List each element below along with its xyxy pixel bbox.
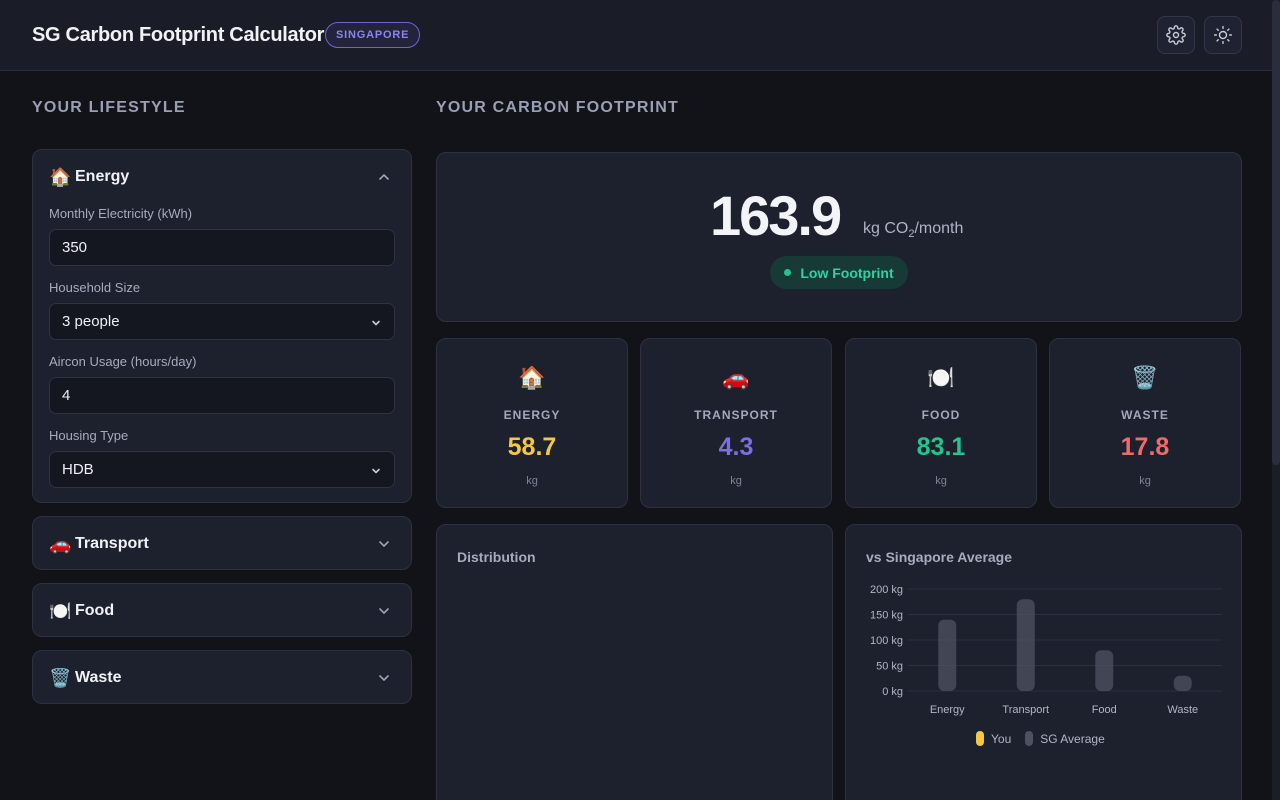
distribution-title: Distribution — [457, 549, 536, 565]
region-badge: SINGAPORE — [325, 22, 421, 48]
waste-panel-header[interactable]: 🗑️ Waste — [49, 651, 399, 705]
stat-unit: kg — [526, 475, 538, 487]
waste-stat-card: 🗑️ WASTE 17.8 kg — [1049, 338, 1241, 508]
household-size-value: 3 people — [62, 313, 120, 330]
y-tick-label: 0 kg — [882, 686, 903, 698]
page-scrollbar[interactable] — [1272, 0, 1280, 800]
scrollbar-thumb[interactable] — [1272, 0, 1280, 465]
lifestyle-section-title: YOUR LIFESTYLE — [32, 99, 186, 116]
legend-label-you: You — [991, 731, 1012, 746]
household-size-select[interactable]: 3 people — [49, 303, 395, 340]
y-tick-label: 150 kg — [870, 610, 903, 622]
status-badge: Low Footprint — [770, 256, 908, 289]
comparison-card: vs Singapore Average 200 kg 150 kg 100 kg 5… — [845, 524, 1242, 800]
energy-panel-title: Energy — [75, 168, 130, 185]
chevron-down-icon — [372, 468, 380, 474]
house-icon: 🏠 — [518, 365, 546, 390]
status-dot — [784, 269, 792, 276]
theme-toggle-button[interactable] — [1204, 16, 1242, 54]
x-tick-label: Food — [1092, 704, 1117, 716]
y-tick-label: 50 kg — [876, 661, 903, 673]
plate-icon: 🍽️ — [927, 365, 955, 390]
stat-value: 17.8 — [1120, 433, 1170, 461]
comparison-chart-title: vs Singapore Average — [866, 549, 1013, 565]
stat-label: FOOD — [921, 408, 961, 422]
housing-type-select[interactable]: HDB — [49, 451, 395, 488]
stat-value: 58.7 — [507, 433, 557, 461]
legend-label-sg-average: SG Average — [1040, 731, 1105, 746]
electricity-label: Monthly Electricity (kWh) — [49, 206, 193, 221]
transport-panel[interactable]: 🚗 Transport — [32, 516, 412, 570]
x-tick-label: Waste — [1167, 704, 1198, 716]
plate-icon: 🍽️ — [49, 600, 72, 621]
y-tick-label: 100 kg — [870, 635, 903, 647]
y-tick-label: 200 kg — [870, 584, 903, 596]
total-footprint-unit: kg CO2/month — [863, 220, 964, 241]
total-footprint-card: 163.9 kg CO2/month Low Footprint — [436, 152, 1242, 322]
transport-panel-header[interactable]: 🚗 Transport — [49, 517, 399, 571]
car-icon: 🚗 — [49, 533, 72, 554]
settings-button[interactable] — [1157, 16, 1195, 54]
electricity-input[interactable]: 350 — [49, 229, 395, 266]
status-text: Low Footprint — [800, 264, 894, 281]
bar-sg-average[interactable] — [1173, 675, 1192, 691]
car-icon: 🚗 — [722, 365, 750, 390]
chevron-down-icon[interactable] — [377, 604, 391, 618]
waste-panel-title: Waste — [75, 669, 122, 686]
bar-sg-average[interactable] — [938, 619, 957, 691]
chevron-down-icon[interactable] — [377, 671, 391, 685]
stat-value: 83.1 — [916, 433, 966, 461]
app-header: SG Carbon Footprint Calculator SINGAPORE — [0, 0, 1272, 71]
food-panel[interactable]: 🍽️ Food — [32, 583, 412, 637]
stat-label: ENERGY — [503, 408, 561, 422]
legend-swatch-sg-average — [1025, 731, 1034, 746]
x-tick-label: Energy — [930, 704, 965, 716]
energy-stat-card: 🏠 ENERGY 58.7 kg — [436, 338, 628, 508]
aircon-usage-label: Aircon Usage (hours/day) — [49, 354, 197, 369]
footprint-section-title: YOUR CARBON FOOTPRINT — [436, 99, 679, 116]
food-stat-card: 🍽️ FOOD 83.1 kg — [845, 338, 1037, 508]
stat-unit: kg — [730, 475, 742, 487]
waste-panel[interactable]: 🗑️ Waste — [32, 650, 412, 704]
transport-panel-title: Transport — [75, 535, 149, 552]
food-panel-title: Food — [75, 602, 115, 619]
chevron-down-icon — [372, 320, 380, 326]
stat-unit: kg — [1139, 475, 1151, 487]
housing-type-value: HDB — [62, 461, 94, 478]
house-icon: 🏠 — [49, 166, 72, 187]
total-footprint-value: 163.9 — [710, 184, 842, 247]
distribution-card: Distribution — [436, 524, 833, 800]
trash-icon: 🗑️ — [49, 667, 72, 688]
chart-legend: You SG Average — [976, 731, 1105, 746]
bar-sg-average[interactable] — [1095, 650, 1114, 691]
trash-icon: 🗑️ — [1131, 365, 1159, 390]
transport-stat-card: 🚗 TRANSPORT 4.3 kg — [640, 338, 832, 508]
bar-sg-average[interactable] — [1016, 599, 1035, 691]
legend-swatch-you — [976, 731, 984, 746]
chevron-down-icon[interactable] — [377, 537, 391, 551]
energy-panel-header[interactable]: 🏠 Energy — [49, 150, 399, 204]
stat-value: 4.3 — [718, 433, 754, 461]
food-panel-header[interactable]: 🍽️ Food — [49, 584, 399, 638]
stat-label: TRANSPORT — [694, 408, 778, 422]
chevron-up-icon[interactable] — [377, 170, 391, 184]
app-title: SG Carbon Footprint Calculator — [32, 24, 325, 46]
household-size-label: Household Size — [49, 280, 141, 295]
aircon-usage-input[interactable]: 4 — [49, 377, 395, 414]
distribution-chart-area — [457, 575, 814, 800]
stat-unit: kg — [935, 475, 947, 487]
gear-icon — [1166, 25, 1186, 45]
energy-panel: 🏠 Energy Monthly Electricity (kWh) 350 H… — [32, 149, 412, 503]
stat-label: WASTE — [1121, 408, 1169, 422]
housing-type-label: Housing Type — [49, 428, 129, 443]
x-tick-label: Transport — [1002, 704, 1049, 716]
sun-icon — [1213, 25, 1233, 45]
